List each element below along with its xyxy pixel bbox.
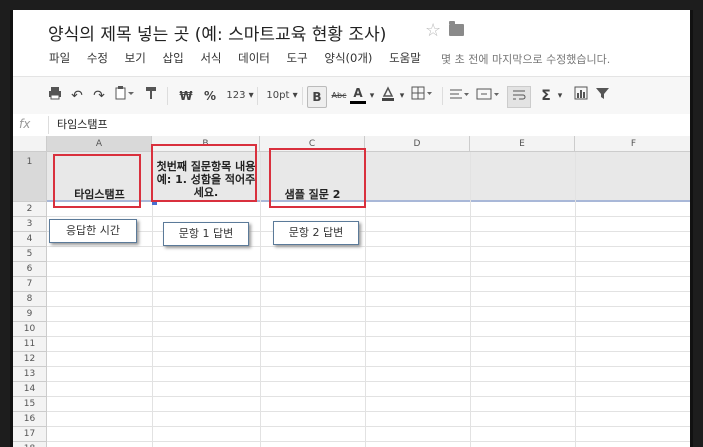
row-header-14[interactable]: 14	[13, 382, 47, 397]
formula-input[interactable]: 타임스탬프	[48, 116, 690, 134]
insert-chart-icon[interactable]	[571, 86, 591, 106]
corner-cell[interactable]	[13, 136, 47, 152]
redo-icon[interactable]: ↷	[91, 86, 107, 106]
column-header-d[interactable]: D	[365, 136, 470, 152]
toolbar-divider	[442, 87, 443, 105]
table-row[interactable]	[47, 322, 690, 337]
row-header-5[interactable]: 5	[13, 247, 47, 262]
menu-form[interactable]: 양식(0개)	[324, 51, 372, 65]
toolbar: ↶ ↷ ₩ % 123 ▾ 10pt ▾ B Abc A ▾ ▾ Σ ▾	[13, 76, 690, 116]
column-header-f[interactable]: F	[575, 136, 690, 152]
column-header-a[interactable]: A	[47, 136, 152, 152]
callout-question-2-answer: 문항 2 답변	[273, 221, 359, 245]
row-header-1[interactable]: 1	[13, 152, 47, 202]
formula-bar: fx 타임스탬프	[13, 114, 690, 137]
text-color-button[interactable]: A	[350, 86, 366, 104]
paste-format-icon[interactable]	[113, 86, 137, 106]
align-left-icon[interactable]	[449, 86, 471, 106]
filter-icon[interactable]	[593, 86, 611, 106]
function-dropdown-icon[interactable]: ▾	[555, 86, 565, 106]
table-row[interactable]	[47, 202, 690, 217]
table-row[interactable]	[47, 397, 690, 412]
row-header-10[interactable]: 10	[13, 322, 47, 337]
row-header-4[interactable]: 4	[13, 232, 47, 247]
row-header-11[interactable]: 11	[13, 337, 47, 352]
toolbar-divider	[257, 87, 258, 105]
fill-color-icon[interactable]	[379, 86, 397, 106]
spreadsheet-window: 양식의 제목 넣는 곳 (예: 스마트교육 현황 조사) ☆ 파일 수정 보기 …	[10, 10, 693, 447]
row-header-7[interactable]: 7	[13, 277, 47, 292]
borders-icon[interactable]	[409, 86, 435, 106]
table-row[interactable]	[47, 217, 690, 232]
row-header-6[interactable]: 6	[13, 262, 47, 277]
table-row[interactable]	[47, 247, 690, 262]
callout-question-1-answer: 문항 1 답변	[163, 222, 249, 246]
font-size-dropdown[interactable]: 10pt ▾	[263, 86, 301, 106]
column-divider	[470, 152, 471, 447]
fx-icon: fx	[19, 117, 31, 131]
highlight-box-a	[53, 154, 141, 208]
table-row[interactable]	[47, 337, 690, 352]
table-row[interactable]	[47, 292, 690, 307]
table-row[interactable]	[47, 232, 690, 247]
menu-bar: 파일 수정 보기 삽입 서식 데이터 도구 양식(0개) 도움말	[49, 50, 434, 66]
table-row[interactable]	[47, 412, 690, 427]
row-header-16[interactable]: 16	[13, 412, 47, 427]
table-row[interactable]	[47, 307, 690, 322]
row-header-18[interactable]: 18	[13, 442, 47, 447]
callout-response-time: 응답한 시간	[49, 219, 137, 243]
table-row[interactable]	[47, 382, 690, 397]
menu-file[interactable]: 파일	[49, 51, 70, 65]
row-header-17[interactable]: 17	[13, 427, 47, 442]
table-row[interactable]	[47, 277, 690, 292]
row-header-3[interactable]: 3	[13, 217, 47, 232]
fill-color-dropdown-icon[interactable]: ▾	[397, 86, 407, 106]
highlight-box-c	[269, 148, 366, 208]
wrap-text-icon[interactable]	[507, 86, 531, 108]
strikethrough-button[interactable]: Abc	[329, 86, 349, 106]
table-row[interactable]	[47, 262, 690, 277]
undo-icon[interactable]: ↶	[69, 86, 85, 106]
column-divider	[575, 152, 576, 447]
star-icon[interactable]: ☆	[425, 20, 441, 41]
menu-edit[interactable]: 수정	[87, 51, 108, 65]
toolbar-divider	[302, 87, 303, 105]
folder-icon[interactable]	[449, 21, 464, 36]
percent-format-button[interactable]: %	[203, 86, 217, 106]
print-icon[interactable]	[47, 86, 63, 106]
menu-view[interactable]: 보기	[125, 51, 146, 65]
table-row[interactable]	[47, 352, 690, 367]
row-header-8[interactable]: 8	[13, 292, 47, 307]
menu-data[interactable]: 데이터	[238, 51, 270, 65]
toolbar-divider	[167, 87, 168, 105]
table-row[interactable]	[47, 427, 690, 442]
column-header-e[interactable]: E	[470, 136, 575, 152]
spreadsheet-grid: A B C D E F 1 2 3 4 5 6 7 8 9 10 11 12 1…	[13, 136, 690, 447]
row-header-9[interactable]: 9	[13, 307, 47, 322]
document-title[interactable]: 양식의 제목 넣는 곳 (예: 스마트교육 현황 조사)	[48, 20, 386, 45]
highlight-box-b	[151, 144, 257, 202]
merge-cells-icon[interactable]	[475, 86, 501, 106]
row-header-15[interactable]: 15	[13, 397, 47, 412]
row-header-13[interactable]: 13	[13, 367, 47, 382]
table-row[interactable]	[47, 367, 690, 382]
row-header-2[interactable]: 2	[13, 202, 47, 217]
last-edit-status[interactable]: 몇 초 전에 마지막으로 수정했습니다.	[441, 51, 610, 67]
row-header-12[interactable]: 12	[13, 352, 47, 367]
bold-button[interactable]: B	[307, 86, 327, 108]
paint-format-icon[interactable]	[143, 86, 159, 106]
currency-format-button[interactable]: ₩	[179, 86, 193, 106]
menu-format[interactable]: 서식	[200, 51, 221, 65]
number-format-dropdown[interactable]: 123 ▾	[223, 86, 257, 106]
sum-function-button[interactable]: Σ	[535, 86, 557, 106]
menu-help[interactable]: 도움말	[389, 51, 421, 65]
menu-tools[interactable]: 도구	[287, 51, 308, 65]
text-color-dropdown-icon[interactable]: ▾	[367, 86, 377, 106]
menu-insert[interactable]: 삽입	[162, 51, 183, 65]
